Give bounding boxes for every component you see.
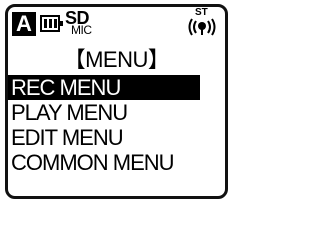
input-mic-label: MIC (71, 23, 92, 37)
stereo-mic-icon (188, 18, 216, 36)
device-screen: A SD MIC ST 【MENU】 REC MENU PLAY MENU ED… (5, 4, 228, 199)
mode-badge: A (12, 12, 36, 36)
menu-item-play[interactable]: PLAY MENU (8, 100, 200, 125)
stereo-indicator: ST (187, 8, 217, 37)
menu-item-rec[interactable]: REC MENU (8, 75, 200, 100)
battery-icon (40, 15, 63, 32)
menu-title: 【MENU】 (63, 47, 170, 72)
battery-cell (49, 19, 52, 28)
menu-item-edit[interactable]: EDIT MENU (8, 125, 200, 150)
menu-list: REC MENU PLAY MENU EDIT MENU COMMON MENU (8, 75, 225, 175)
status-bar: A SD MIC ST (8, 7, 225, 37)
battery-cell (54, 19, 57, 28)
menu-item-common[interactable]: COMMON MENU (8, 150, 200, 175)
battery-cell (44, 19, 47, 28)
media-indicator: SD MIC (65, 9, 109, 37)
